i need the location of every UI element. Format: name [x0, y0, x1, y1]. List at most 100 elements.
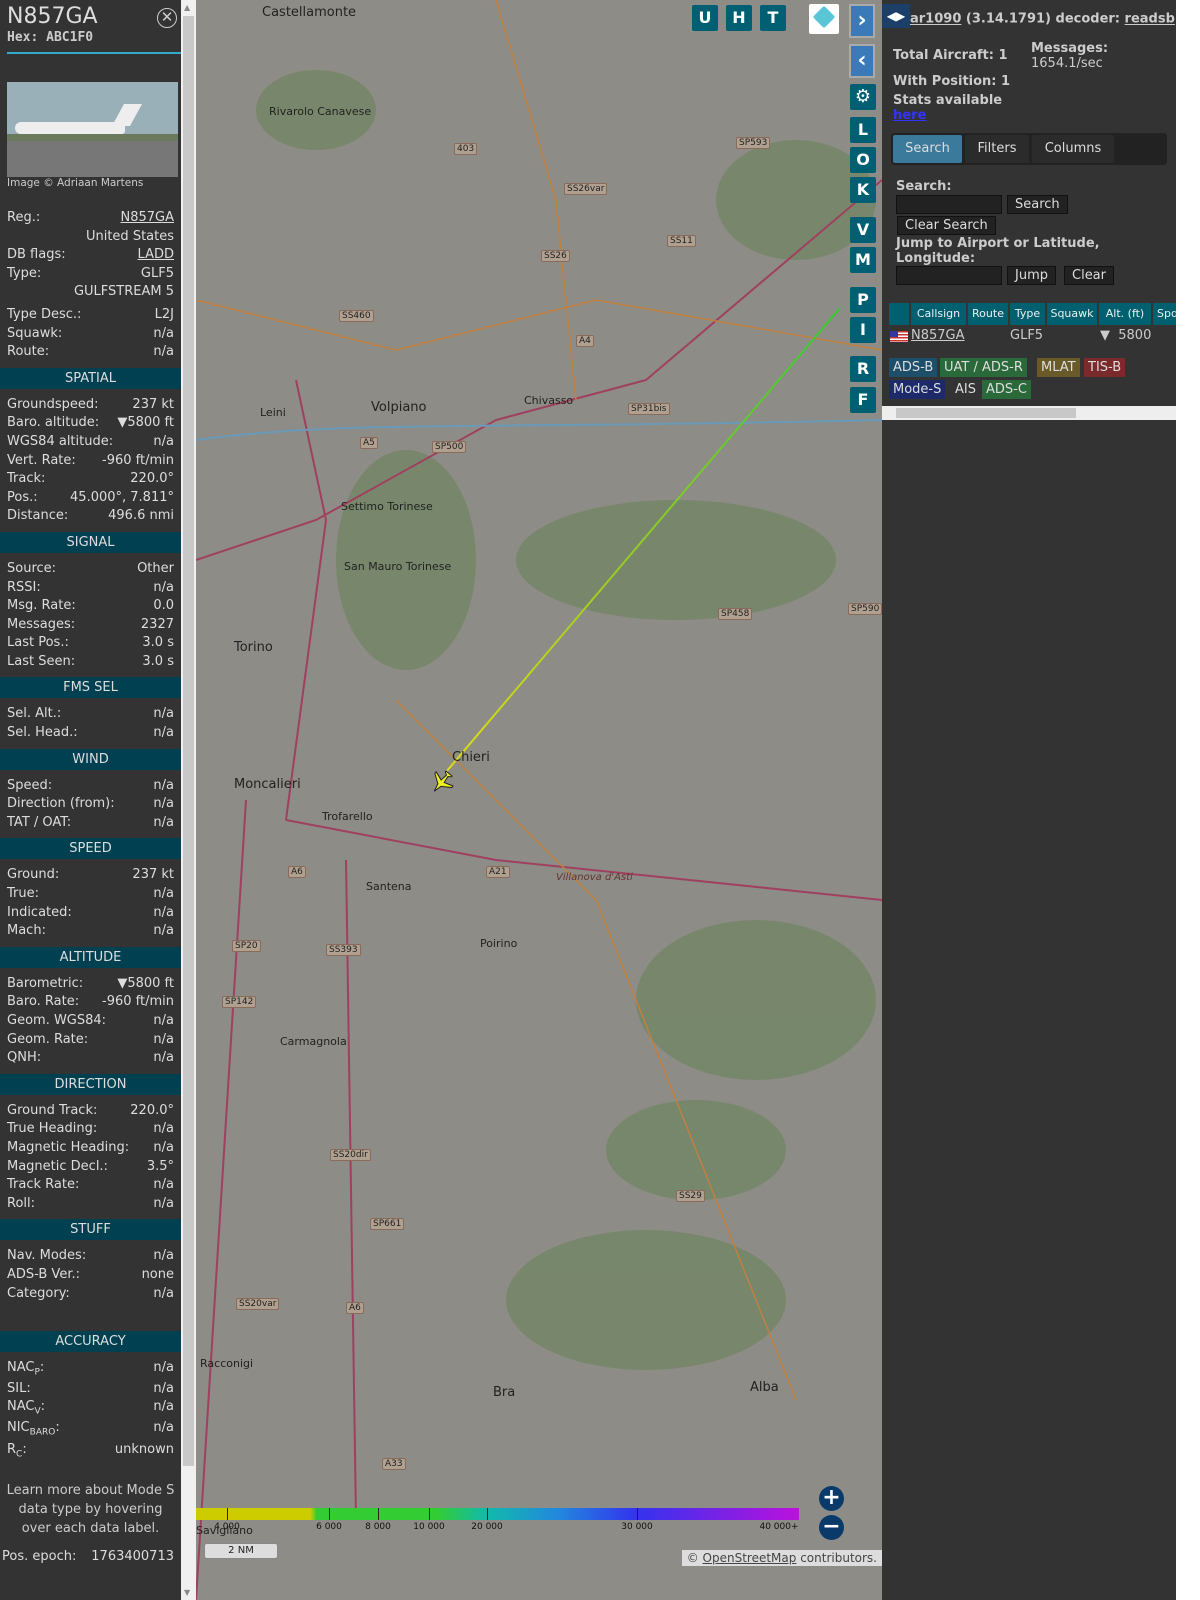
map-button-l[interactable]: L	[850, 117, 876, 143]
column-header-altitude[interactable]: Alt. (ft)	[1099, 303, 1151, 325]
left-panel-scrollbar[interactable]: ▲ ▼	[181, 0, 196, 1600]
stats-link[interactable]: here	[893, 108, 926, 123]
road-label: SS26	[541, 250, 570, 262]
details-list: Reg.: N857GA United States DB flags: LADD Typ…	[0, 209, 181, 1567]
detail-label: Sel. Alt.:	[7, 706, 62, 722]
detail-value: n/a	[153, 814, 174, 830]
settings-gear-icon[interactable]: ⚙	[850, 84, 876, 110]
collapse-left-icon[interactable]: ‹	[849, 44, 875, 78]
detail-value: 237 kt	[132, 396, 174, 412]
detail-label: WGS84 altitude:	[7, 433, 114, 449]
map-button-h[interactable]: H	[726, 5, 752, 31]
zoom-out-icon[interactable]: −	[819, 1515, 844, 1540]
map-button-m[interactable]: M	[850, 247, 876, 273]
source-badge[interactable]: ADS-B	[889, 358, 938, 377]
zoom-in-icon[interactable]: +	[819, 1486, 844, 1511]
detail-value: n/a	[153, 1050, 174, 1066]
decoder-link[interactable]: readsb	[1125, 12, 1175, 27]
source-badge[interactable]: AIS	[951, 380, 980, 399]
detail-label: Groundspeed:	[7, 396, 99, 412]
aircraft-photo[interactable]	[7, 82, 178, 177]
column-header-squawk[interactable]: Squawk	[1047, 303, 1097, 325]
column-header-route[interactable]: Route	[968, 303, 1008, 325]
toggle-sidebar-icon[interactable]: ◀▶	[882, 4, 910, 28]
column-header-type[interactable]: Type	[1010, 303, 1045, 325]
detail-row: Indicated: n/a	[0, 904, 181, 923]
map-button-i[interactable]: I	[850, 317, 876, 343]
tab-search[interactable]: Search	[893, 135, 962, 163]
detail-label: Baro. Rate:	[7, 994, 80, 1010]
source-badge[interactable]: MLAT	[1037, 358, 1080, 377]
road-label: SP142	[222, 996, 257, 1008]
road-label: A21	[486, 866, 510, 878]
table-horizontal-scrollbar[interactable]	[882, 406, 1176, 420]
row-altitude: ▼ 5800	[1100, 328, 1152, 343]
detail-row: Messages: 2327	[0, 616, 181, 635]
map-button-p[interactable]: P	[850, 287, 876, 313]
place-label: Volpiano	[371, 400, 427, 415]
aircraft-details-panel: N857GA Hex: ABC1F0 ✕ Image © Adriaan Mar…	[0, 0, 181, 1600]
close-icon[interactable]: ✕	[157, 8, 177, 28]
detail-label: Source:	[7, 560, 57, 576]
search-input[interactable]	[896, 195, 1002, 214]
detail-row: Type Desc.: L2J	[0, 306, 181, 325]
osm-link[interactable]: OpenStreetMap	[703, 1551, 797, 1565]
section-header-stuff: STUFF	[0, 1219, 181, 1241]
map-button-u[interactable]: U	[692, 5, 718, 31]
source-badge[interactable]: UAT / ADS-R	[940, 358, 1027, 377]
detail-row: Reg.: N857GA	[0, 209, 181, 228]
road-label: A5	[360, 437, 378, 449]
detail-row: United States	[0, 228, 181, 247]
row-callsign[interactable]: N857GA	[911, 327, 965, 345]
blank-area	[1176, 0, 1200, 1600]
detail-label: Sel. Head.:	[7, 725, 78, 741]
stats-available: Stats available	[893, 93, 1003, 108]
map[interactable]: Castellamonte Rivarolo Canavese Volpiano Le…	[196, 0, 882, 1600]
source-badge[interactable]: TIS-B	[1084, 358, 1126, 377]
column-header-speed[interactable]: Spd	[1153, 303, 1176, 325]
detail-row: Ground Track: 220.0°	[0, 1102, 181, 1121]
detail-value: n/a	[153, 1121, 174, 1137]
jump-input[interactable]	[896, 266, 1002, 285]
map-button-k[interactable]: K	[850, 177, 876, 203]
detail-value[interactable]: N857GA	[120, 209, 174, 228]
map-button-o[interactable]: O	[850, 147, 876, 173]
search-button[interactable]: Search	[1007, 195, 1068, 214]
legend-tick-label: 20 000	[471, 1522, 503, 1532]
tab-bar: Search Filters Columns	[891, 133, 1167, 165]
layers-icon[interactable]	[809, 4, 839, 34]
detail-row: Track Rate: n/a	[0, 1176, 181, 1195]
detail-value[interactable]: LADD	[138, 246, 174, 265]
legend-tick	[378, 1508, 379, 1520]
detail-row: RC: unknown	[0, 1441, 181, 1463]
map-button-r[interactable]: R	[850, 356, 876, 382]
section-header-direction: DIRECTION	[0, 1073, 181, 1095]
detail-label: Ground:	[7, 867, 60, 883]
detail-row: True: n/a	[0, 885, 181, 904]
detail-row: Roll: n/a	[0, 1195, 181, 1214]
source-badge[interactable]: Mode-S	[889, 380, 946, 399]
app-link[interactable]: ar1090	[910, 12, 961, 27]
section-header-accuracy: ACCURACY	[0, 1331, 181, 1353]
aircraft-hex: Hex: ABC1F0	[7, 30, 94, 45]
road-label: SS20dir	[330, 1149, 371, 1161]
map-button-f[interactable]: F	[850, 387, 876, 413]
detail-row: Vert. Rate: -960 ft/min	[0, 452, 181, 471]
source-badge[interactable]: ADS-C	[982, 380, 1031, 399]
clear-jump-button[interactable]: Clear	[1064, 266, 1114, 285]
jump-button[interactable]: Jump	[1007, 266, 1056, 285]
clear-search-button[interactable]: Clear Search	[897, 216, 996, 235]
map-button-t[interactable]: T	[760, 5, 786, 31]
detail-row: NACP: n/a	[0, 1359, 181, 1380]
tab-filters[interactable]: Filters	[965, 135, 1029, 163]
map-button-v[interactable]: V	[850, 217, 876, 243]
expand-right-icon[interactable]: ›	[849, 4, 875, 38]
column-header-callsign[interactable]: Callsign	[911, 303, 966, 325]
legend-tick	[429, 1508, 430, 1520]
tab-columns[interactable]: Columns	[1032, 135, 1114, 163]
detail-label: Msg. Rate:	[7, 598, 76, 614]
detail-value: n/a	[153, 796, 174, 812]
detail-value: n/a	[153, 325, 174, 341]
legend-tick-label: 6 000	[316, 1522, 342, 1532]
detail-label: Type:	[7, 265, 42, 281]
